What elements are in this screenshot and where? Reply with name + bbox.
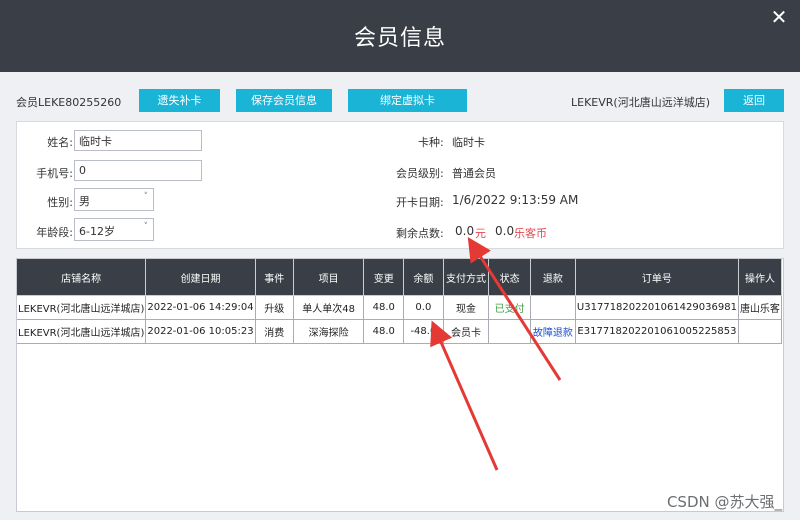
phone-label: 手机号: [36, 167, 73, 180]
column-header[interactable]: 店铺名称 [17, 259, 147, 296]
balance-cell: 0.0 [403, 295, 444, 320]
age-value: 6-12岁 [79, 225, 115, 238]
date-cell: 2022-01-06 10:05:23 [145, 319, 256, 344]
table-row[interactable]: LEKEVR(河北唐山远洋城店) 2022-01-06 14:29:04 升级 … [17, 295, 783, 320]
gender-select[interactable]: 男 ˅ [74, 188, 154, 211]
column-header[interactable]: 余额 [403, 259, 444, 296]
chevron-down-icon: ˅ [143, 192, 149, 202]
order-id-cell: U317718202201061429036981 [574, 295, 739, 320]
payment-cell: 现金 [442, 295, 490, 320]
store-cell: LEKEVR(河北唐山远洋城店) [17, 319, 147, 344]
card-type-label: 卡种: [418, 136, 444, 149]
operator-cell [737, 319, 783, 344]
event-cell: 升级 [254, 295, 294, 320]
item-cell: 深海探险 [292, 319, 365, 344]
event-cell: 消费 [254, 319, 294, 344]
close-icon[interactable]: ✕ [768, 6, 790, 28]
chevron-down-icon: ˅ [143, 222, 149, 232]
gender-value: 男 [79, 195, 90, 208]
change-cell: 48.0 [363, 319, 405, 344]
name-label: 姓名: [47, 136, 73, 149]
store-cell: LEKEVR(河北唐山远洋城店) [17, 295, 147, 320]
card-type-value: 临时卡 [452, 136, 485, 149]
age-select[interactable]: 6-12岁 ˅ [74, 218, 154, 241]
gender-label: 性别: [47, 196, 73, 209]
title-bar: 会员信息 ✕ [0, 0, 800, 72]
table-header-row: 店铺名称 创建日期 事件 项目 变更 余额 支付方式 状态 退款 订单号 操作人 [17, 259, 783, 296]
date-cell: 2022-01-06 14:29:04 [145, 295, 256, 320]
save-member-button[interactable]: 保存会员信息 [236, 89, 332, 112]
bind-virtual-card-button[interactable]: 绑定虚拟卡 [348, 89, 467, 112]
operator-cell: 唐山乐客 [737, 295, 783, 320]
member-info-panel: 姓名: 手机号: 性别: 男 ˅ 年龄段: 6-12岁 ˅ 卡种: 临时卡 会员… [16, 121, 784, 249]
coins-unit: 乐客币 [514, 227, 547, 240]
toolbar: 会员LEKE80255260 遗失补卡 保存会员信息 绑定虚拟卡 LEKEVR(… [0, 72, 800, 120]
level-value: 普通会员 [452, 167, 496, 180]
window-title: 会员信息 [353, 26, 446, 51]
points-value: 0.0 [455, 224, 475, 238]
lost-card-button[interactable]: 遗失补卡 [139, 89, 220, 112]
column-header[interactable]: 项目 [292, 259, 365, 296]
change-cell: 48.0 [363, 295, 405, 320]
column-header[interactable]: 支付方式 [442, 259, 490, 296]
watermark: CSDN @苏大强_ [666, 493, 782, 511]
column-header[interactable]: 创建日期 [145, 259, 256, 296]
member-id: 会员LEKE80255260 [16, 96, 122, 109]
points-label: 剩余点数: [396, 227, 444, 240]
item-cell: 单人单次48 [292, 295, 365, 320]
column-header[interactable]: 事件 [254, 259, 294, 296]
refund-link[interactable]: 故障退款 [529, 319, 576, 344]
payment-cell: 会员卡 [442, 319, 490, 344]
table-row[interactable]: LEKEVR(河北唐山远洋城店) 2022-01-06 10:05:23 消费 … [17, 319, 783, 344]
points-unit: 元 [475, 227, 486, 240]
records-table-panel: 店铺名称 创建日期 事件 项目 变更 余额 支付方式 状态 退款 订单号 操作人… [16, 258, 784, 512]
balance-cell: -48.0 [403, 319, 444, 344]
column-header[interactable]: 操作人 [737, 259, 783, 296]
column-header[interactable]: 变更 [363, 259, 405, 296]
column-header[interactable]: 状态 [488, 259, 531, 296]
name-field[interactable] [74, 130, 202, 151]
back-button[interactable]: 返回 [724, 89, 784, 112]
open-date-value: 1/6/2022 9:13:59 AM [452, 193, 579, 207]
age-label: 年龄段: [36, 226, 73, 239]
records-table: 店铺名称 创建日期 事件 项目 变更 余额 支付方式 状态 退款 订单号 操作人… [17, 259, 783, 344]
column-header[interactable]: 退款 [529, 259, 576, 296]
coins-value: 0.0 [495, 224, 515, 238]
phone-field[interactable] [74, 160, 202, 181]
level-label: 会员级别: [396, 167, 444, 180]
open-date-label: 开卡日期: [396, 196, 444, 209]
store-name: LEKEVR(河北唐山远洋城店) [571, 96, 710, 109]
refund-cell [529, 295, 576, 320]
order-id-cell: E317718202201061005225853 [574, 319, 739, 344]
status-cell: 已支付 [488, 295, 531, 320]
column-header[interactable]: 订单号 [574, 259, 739, 296]
status-cell [488, 319, 531, 344]
